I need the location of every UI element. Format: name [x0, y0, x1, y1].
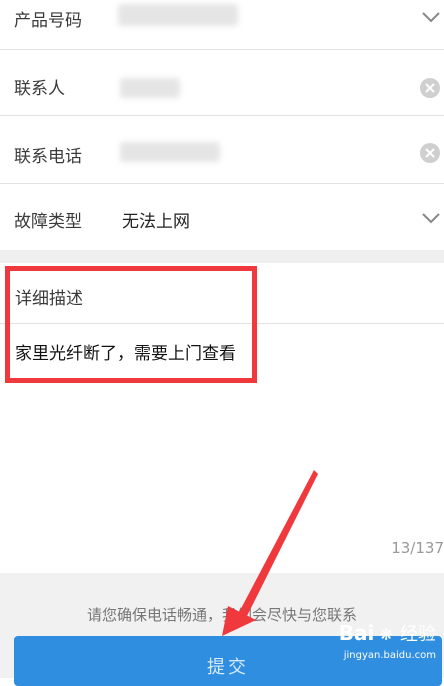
watermark-logo-suffix: 经验	[400, 624, 436, 645]
phone-row[interactable]: 联系电话	[0, 118, 444, 184]
clear-icon[interactable]	[420, 143, 440, 163]
highlight-box	[5, 266, 257, 383]
phone-label: 联系电话	[14, 147, 82, 167]
product-number-label: 产品号码	[14, 11, 82, 31]
section-gap	[0, 250, 444, 263]
row-divider	[0, 183, 444, 184]
chevron-down-icon[interactable]	[422, 11, 440, 23]
baidu-watermark-logo: Bai ❋ 经验	[339, 620, 436, 646]
phone-redacted-value	[120, 142, 220, 162]
fault-type-row[interactable]: 故障类型 无法上网	[0, 185, 444, 251]
character-counter: 13/137	[391, 539, 444, 557]
fault-type-label: 故障类型	[14, 212, 82, 232]
watermark-url: jingyan.baidu.com	[343, 650, 436, 661]
paw-icon: ❋	[379, 625, 393, 644]
clear-icon[interactable]	[420, 78, 440, 98]
chevron-down-icon[interactable]	[422, 212, 440, 224]
fault-type-value: 无法上网	[122, 212, 190, 232]
watermark-logo-text: Bai	[338, 621, 375, 645]
contact-redacted-value	[120, 78, 180, 98]
row-divider	[0, 115, 444, 116]
contact-row[interactable]: 联系人	[0, 50, 444, 116]
contact-label: 联系人	[14, 79, 65, 99]
product-number-redacted-value	[118, 4, 238, 26]
product-number-row[interactable]: 产品号码	[0, 0, 444, 50]
